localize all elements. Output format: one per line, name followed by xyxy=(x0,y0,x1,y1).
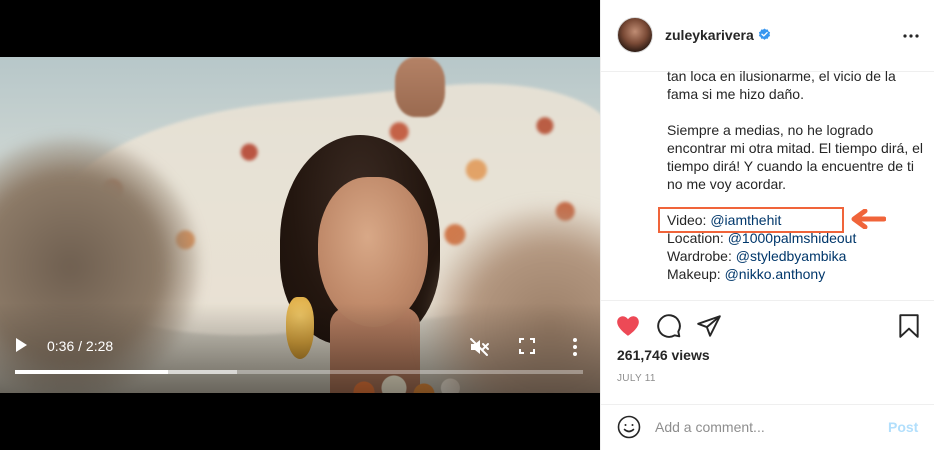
comment-input[interactable] xyxy=(655,413,875,441)
video-player[interactable]: 0:36 / 2:28 xyxy=(0,0,600,450)
post-date[interactable]: JULY 11 xyxy=(617,373,656,384)
muted-speaker-icon xyxy=(470,338,489,356)
post-comment-button[interactable]: Post xyxy=(888,419,918,435)
comment-bubble-icon xyxy=(657,314,681,338)
annotation-arrow-icon xyxy=(851,209,886,229)
video-played-bar xyxy=(15,370,169,374)
emoji-button[interactable] xyxy=(617,415,641,439)
save-button[interactable] xyxy=(896,313,922,339)
view-count[interactable]: 261,746 views xyxy=(617,347,710,363)
mute-button[interactable] xyxy=(468,336,490,358)
credit-label: Makeup: xyxy=(667,266,725,282)
video-more-button[interactable] xyxy=(568,336,582,358)
post-username[interactable]: zuleykarivera xyxy=(665,27,754,43)
bookmark-icon xyxy=(899,314,919,338)
share-button[interactable] xyxy=(696,313,722,339)
play-icon xyxy=(16,338,27,352)
credit-video: Video: @iamthehit xyxy=(667,211,925,229)
mention-link[interactable]: @nikko.anthony xyxy=(725,266,826,282)
credit-label: Location: xyxy=(667,230,728,246)
credit-wardrobe: Wardrobe: @styledbyambika xyxy=(667,247,925,265)
mention-link[interactable]: @iamthehit xyxy=(710,212,781,228)
credit-label: Wardrobe: xyxy=(667,248,736,264)
paper-plane-icon xyxy=(697,315,721,337)
post-actions: 261,746 views JULY 11 Post xyxy=(601,300,934,450)
horizontal-ellipsis-icon xyxy=(903,34,919,38)
video-scene-hand xyxy=(395,57,445,117)
verified-badge-icon xyxy=(758,28,771,40)
heart-filled-icon xyxy=(617,316,639,336)
credit-makeup: Makeup: @nikko.anthony xyxy=(667,265,925,283)
video-controls: 0:36 / 2:28 xyxy=(0,330,600,380)
video-time: 0:36 / 2:28 xyxy=(47,338,114,354)
comment-button[interactable] xyxy=(656,313,682,339)
caption-credits: Video: @iamthehit Location: @1000palmshi… xyxy=(667,211,925,283)
vertical-ellipsis-icon xyxy=(573,338,577,356)
fullscreen-icon xyxy=(519,338,535,354)
avatar[interactable] xyxy=(617,17,653,53)
smiley-face-icon xyxy=(617,415,641,439)
mention-link[interactable]: @styledbyambika xyxy=(736,248,847,264)
mention-link[interactable]: @1000palmshideout xyxy=(728,230,857,246)
post-header: zuleykarivera xyxy=(601,0,934,72)
play-button[interactable] xyxy=(14,337,32,355)
post-caption: tan loca en ilusionarme, el vicio de la … xyxy=(667,67,925,283)
video-progress-bar[interactable] xyxy=(15,370,583,374)
credit-label: Video: xyxy=(667,212,711,228)
like-button[interactable] xyxy=(615,313,641,339)
credit-location: Location: @1000palmshideout xyxy=(667,229,925,247)
caption-paragraph: tan loca en ilusionarme, el vicio de la … xyxy=(667,68,896,102)
fullscreen-button[interactable] xyxy=(518,337,536,355)
post-options-button[interactable] xyxy=(901,26,921,46)
caption-paragraph: Siempre a medias, no he logrado encontra… xyxy=(667,122,923,192)
comment-bar: Post xyxy=(601,404,934,450)
